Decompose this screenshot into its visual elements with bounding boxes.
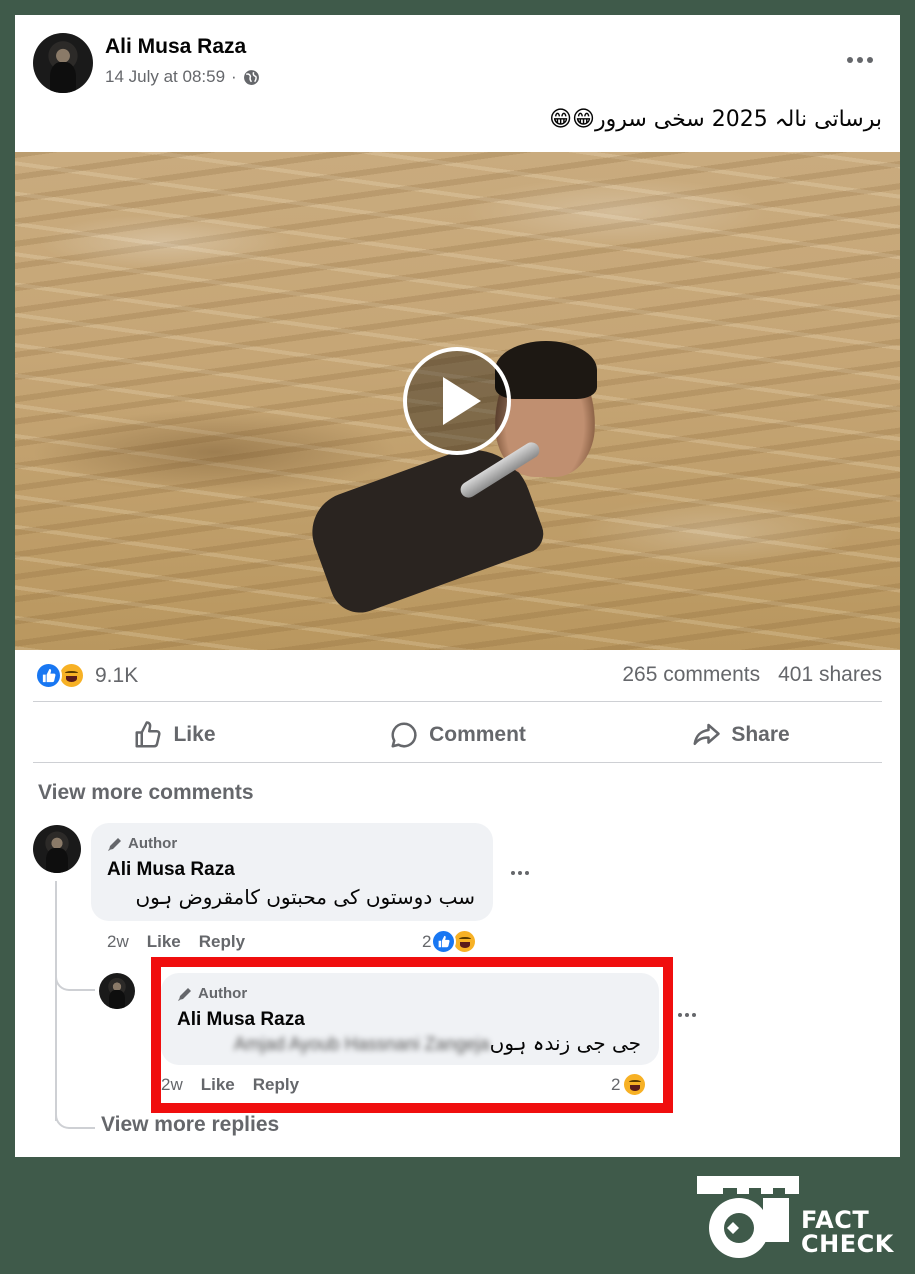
shares-count[interactable]: 401 shares: [778, 663, 882, 687]
reply-text-body: جی جی زندہ ہوں: [489, 1031, 641, 1055]
reply-bubble: Author Ali Musa Raza جی جی زندہ ہوںAmjad…: [161, 973, 659, 1065]
post-timestamp[interactable]: 14 July at 08:59: [105, 67, 225, 87]
reply-author-name[interactable]: Ali Musa Raza: [177, 1009, 305, 1031]
author-badge-label: Author: [198, 985, 248, 1002]
view-more-comments-link[interactable]: View more comments: [38, 781, 254, 805]
haha-reaction-icon: [622, 1072, 648, 1097]
comment-like-button[interactable]: Like: [147, 932, 181, 952]
reply-reply-button[interactable]: Reply: [253, 1075, 299, 1095]
reaction-count: 9.1K: [95, 663, 139, 687]
facebook-post-card: Ali Musa Raza 14 July at 08:59 · برساتی …: [15, 15, 900, 1157]
author-badge-label: Author: [128, 835, 178, 852]
author-avatar[interactable]: [33, 33, 93, 93]
comments-count[interactable]: 265 comments: [622, 663, 760, 687]
comment-button[interactable]: Comment: [316, 707, 599, 763]
haha-reaction-icon: [58, 662, 85, 689]
reply-text: جی جی زندہ ہوںAmjad Ayoub Hassnani Zange…: [230, 1031, 641, 1055]
reply-options-button[interactable]: [672, 1005, 702, 1025]
comment-actions: 2w Like Reply: [107, 932, 245, 952]
meta-separator: ·: [231, 67, 237, 86]
post-meta: 14 July at 08:59 ·: [105, 67, 260, 87]
divider: [33, 701, 882, 702]
fact-check-logo: FACT CHECK: [693, 1172, 903, 1262]
post-author-name[interactable]: Ali Musa Raza: [105, 35, 246, 59]
share-icon: [693, 723, 721, 745]
globe-icon: [243, 69, 259, 85]
logo-line-check: CHECK: [801, 1230, 894, 1258]
pencil-icon: [178, 987, 191, 1001]
comment-options-button[interactable]: [505, 863, 535, 883]
reply-actions: 2w Like Reply: [161, 1075, 299, 1095]
pencil-icon: [108, 837, 121, 851]
reply-reaction-count: 2: [611, 1074, 621, 1094]
comment-reaction-count: 2: [422, 931, 432, 951]
author-badge: Author: [177, 985, 247, 1002]
share-label: Share: [731, 723, 790, 746]
comment-label: Comment: [429, 723, 526, 746]
like-reaction-icon: [431, 929, 457, 954]
comment-icon: [391, 722, 417, 748]
reply-time[interactable]: 2w: [161, 1075, 183, 1095]
like-button[interactable]: Like: [33, 707, 316, 763]
like-label: Like: [173, 723, 216, 746]
post-video[interactable]: [15, 152, 900, 650]
reaction-summary[interactable]: 9.1K: [35, 662, 138, 689]
thread-line: [55, 881, 57, 1121]
post-stats: 265 comments 401 shares: [622, 663, 882, 687]
author-badge: Author: [107, 835, 177, 852]
like-reaction-icon: [35, 662, 62, 689]
thumbs-up-icon: [135, 721, 162, 748]
reply-reactions[interactable]: 2: [611, 1072, 648, 1097]
play-icon[interactable]: [403, 347, 511, 455]
thread-connector: [55, 1109, 95, 1129]
share-button[interactable]: Share: [599, 707, 882, 763]
reply-like-button[interactable]: Like: [201, 1075, 235, 1095]
view-more-replies-link[interactable]: View more replies: [101, 1113, 279, 1137]
thread-connector: [55, 971, 95, 991]
post-options-button[interactable]: [840, 45, 880, 75]
comment-reply-button[interactable]: Reply: [199, 932, 245, 952]
comment-author-name[interactable]: Ali Musa Raza: [107, 859, 235, 881]
blurred-mention[interactable]: Amjad Ayoub Hassnani Zangeja: [234, 1034, 490, 1054]
logo-text: FACT CHECK: [801, 1208, 894, 1256]
comment-reactions[interactable]: 2: [422, 929, 478, 954]
haha-reaction-icon: [452, 929, 478, 954]
comment-text: سب دوستوں کی محبتوں کامقروض ہوں: [135, 885, 475, 909]
comment-time[interactable]: 2w: [107, 932, 129, 952]
divider: [33, 762, 882, 763]
logo-mark-icon: [697, 1176, 799, 1258]
logo-line-fact: FACT: [801, 1206, 870, 1234]
post-caption: برساتی نالہ 2025 سخی سرور😁😁: [549, 107, 882, 132]
reply-avatar[interactable]: [99, 973, 135, 1009]
comment-bubble: Author Ali Musa Raza سب دوستوں کی محبتوں…: [91, 823, 493, 921]
comment-avatar[interactable]: [33, 825, 81, 873]
post-actions: Like Comment Share: [33, 707, 882, 763]
